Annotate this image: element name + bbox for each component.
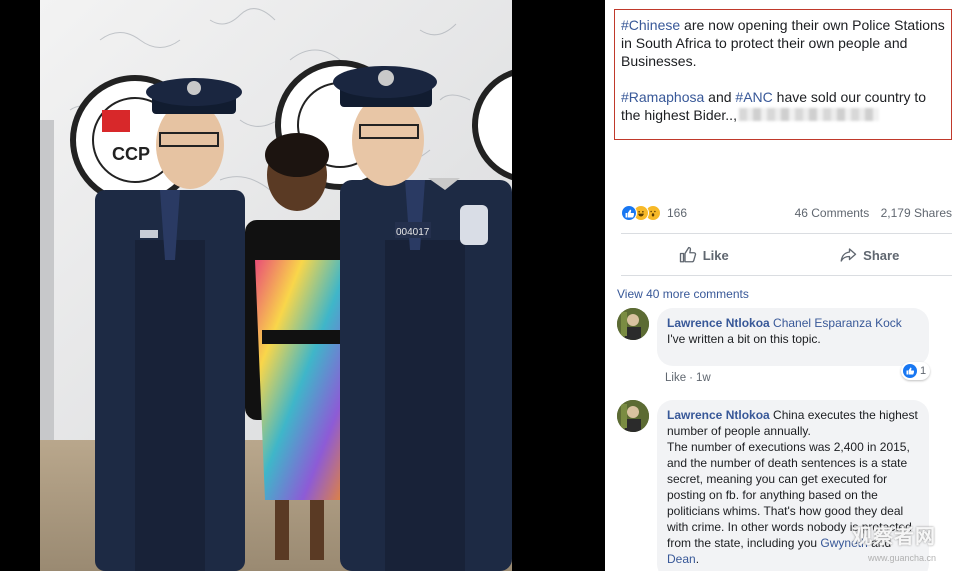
like-button-label: Like [702,247,729,263]
share-button[interactable]: Share [787,240,953,270]
comment-meta: Like · 1w [665,372,711,384]
ccp-logo-text: CCP [112,144,150,164]
comment-mention[interactable]: Chanel Esparanza Kock [773,316,902,330]
blurred-redaction [738,108,879,121]
avatar[interactable] [617,400,649,432]
photo-illustration: CCP GE [40,0,512,571]
comment-text: I've written a bit on this topic. [667,332,821,346]
hashtag-anc[interactable]: #ANC [735,89,772,105]
post-actions: Like Share [621,240,952,270]
comment-1: Lawrence Ntlokoa Chanel Esparanza Kock I… [617,308,952,388]
comment-like-badge[interactable]: 1 [901,362,931,380]
reaction-icons[interactable]: 166 [621,205,687,221]
post-text-highlight: #Chinese are now opening their own Polic… [614,9,952,140]
comment-mention-dean[interactable]: Dean [667,552,696,566]
like-reaction-icon [903,364,917,378]
post-photo[interactable]: CCP GE [40,0,512,571]
guancha-watermark: 观察者网 [852,526,936,548]
post-text-paragraph-2: #Ramaphosa and #ANC have sold our countr… [621,88,945,124]
reaction-count[interactable]: 166 [667,206,687,220]
share-button-label: Share [863,247,900,263]
post-text-paragraph-1: #Chinese are now opening their own Polic… [621,16,945,70]
like-button[interactable]: Like [621,240,787,270]
divider-top [621,233,952,234]
divider-bottom [621,275,952,276]
post-side-panel: #Chinese are now opening their own Polic… [605,0,958,571]
hashtag-chinese[interactable]: #Chinese [621,17,680,33]
avatar[interactable] [617,308,649,340]
comment-like-count: 1 [920,365,927,377]
comment-text-end: . [695,552,700,566]
share-arrow-icon [840,248,857,262]
thumbs-up-icon [679,246,696,263]
view-more-comments-link[interactable]: View 40 more comments [617,287,749,301]
comment-like-link[interactable]: Like [665,372,686,384]
comments-count-link[interactable]: 46 Comments [795,206,870,220]
comment-timestamp[interactable]: 1w [696,372,711,384]
like-reaction-icon [621,205,637,221]
comment-author[interactable]: Lawrence Ntlokoa [667,408,770,422]
reaction-summary: 166 46 Comments 2,179 Shares [621,205,952,225]
comment-bubble: Lawrence Ntlokoa Chanel Esparanza Kock I… [657,308,929,366]
photo-panel: CCP GE [0,0,605,571]
post-text-and: and [704,89,736,105]
hashtag-ramaphosa[interactable]: #Ramaphosa [621,89,704,105]
guancha-watermark-url: www.guancha.cn [867,553,936,563]
comment-share-counts: 46 Comments 2,179 Shares [795,206,952,220]
comment-author[interactable]: Lawrence Ntlokoa [667,316,770,330]
police-badge-number: 004017 [396,227,430,238]
shares-count-link[interactable]: 2,179 Shares [881,206,952,220]
